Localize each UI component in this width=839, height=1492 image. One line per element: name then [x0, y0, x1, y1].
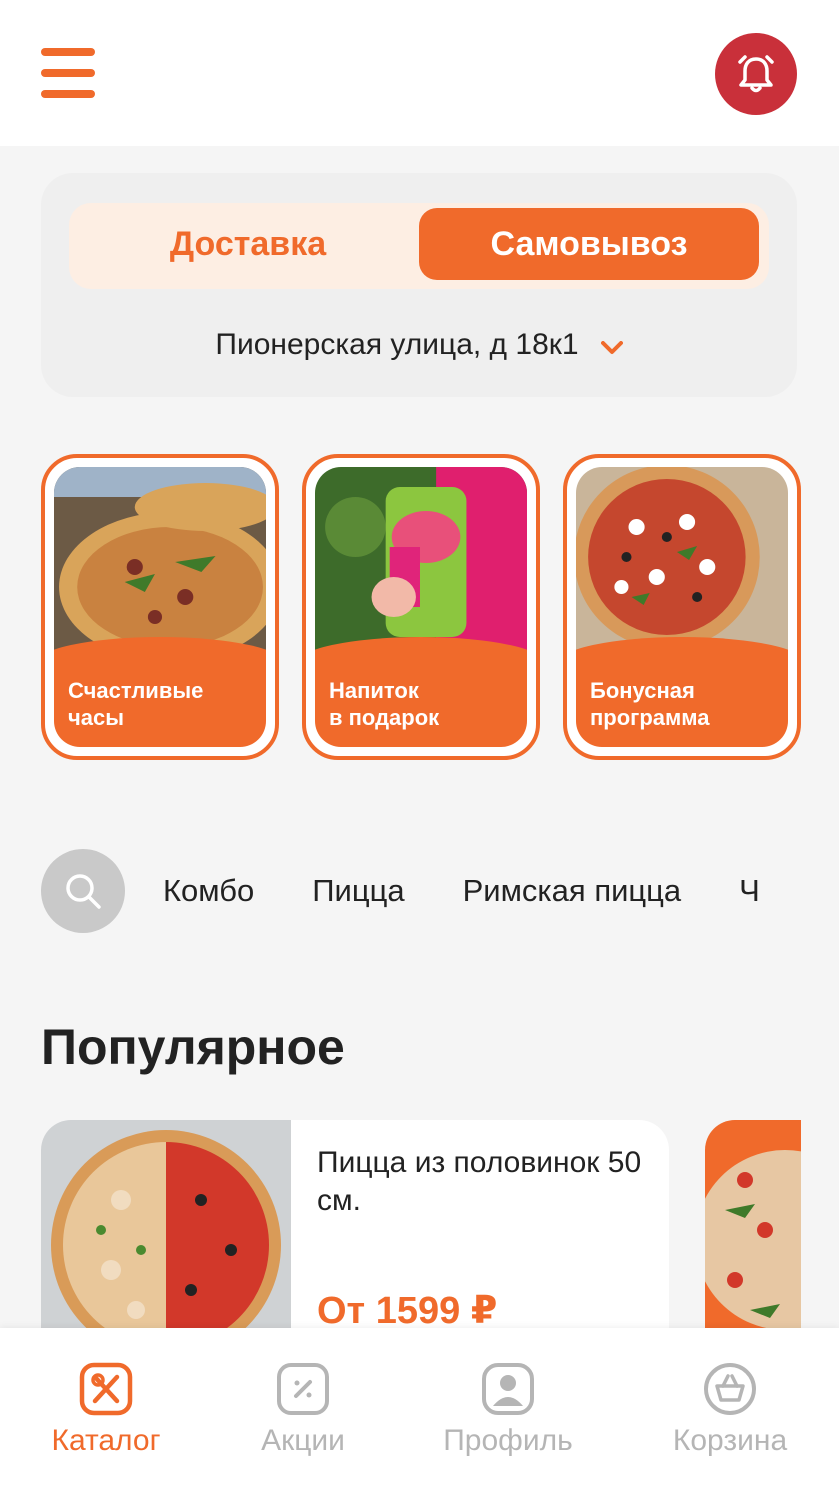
promo-card-bonus-program[interactable]: Бонусная программа: [563, 454, 801, 760]
address-selector[interactable]: Пионерская улица, д 18к1: [41, 328, 797, 362]
pizza-halves-image: [41, 1120, 291, 1360]
chevron-down-icon: [600, 341, 623, 354]
promo-card-happy-hours[interactable]: Счастливые часы: [41, 454, 279, 760]
search-button[interactable]: [41, 849, 125, 933]
tab-label: Корзина: [672, 1424, 788, 1457]
tab-label: Профиль: [443, 1424, 573, 1457]
address-text: Пионерская улица, д 18к1: [215, 328, 579, 361]
discount-icon: [277, 1363, 329, 1415]
pizza-image: [705, 1120, 801, 1360]
tab-catalog[interactable]: Каталог: [44, 1362, 168, 1458]
top-bar: [0, 0, 839, 146]
tab-label: Каталог: [51, 1424, 161, 1457]
bottom-tab-bar: Каталог Акции Профиль Корзина: [0, 1328, 839, 1492]
tab-promotions[interactable]: Акции: [250, 1362, 356, 1458]
pickup-tab[interactable]: Самовывоз: [419, 208, 759, 280]
catalog-icon: [79, 1362, 133, 1416]
promo-label: Напиток в подарок: [329, 678, 440, 730]
hamburger-menu-icon[interactable]: [41, 48, 95, 98]
promo-label: Счастливые часы: [68, 678, 204, 730]
tab-profile[interactable]: Профиль: [438, 1362, 578, 1458]
order-mode-card: Доставка Самовывоз Пионерская улица, д 1…: [41, 173, 797, 397]
notifications-button[interactable]: [715, 33, 797, 115]
section-title-popular: Популярное: [41, 1019, 345, 1075]
delivery-tab[interactable]: Доставка: [75, 208, 421, 280]
search-icon: [66, 874, 101, 909]
promo-carousel: Счастливые часы Напиток в подарок Бонусн…: [41, 454, 801, 760]
promo-label: Бонусная программа: [590, 678, 710, 730]
product-price: От 1599 ₽: [317, 1290, 498, 1332]
category-partial[interactable]: Ч: [739, 873, 760, 909]
promo-card-free-drink[interactable]: Напиток в подарок: [302, 454, 540, 760]
category-bar: Комбо Пицца Римская пицца Ч: [41, 848, 801, 934]
category-combo[interactable]: Комбо: [163, 873, 254, 909]
bell-icon: [738, 55, 774, 93]
basket-icon: [704, 1363, 756, 1415]
category-pizza[interactable]: Пицца: [312, 873, 404, 909]
order-mode-toggle: Доставка Самовывоз: [69, 203, 769, 289]
profile-icon: [482, 1363, 534, 1415]
tab-label: Акции: [261, 1424, 345, 1457]
tab-cart[interactable]: Корзина: [664, 1362, 796, 1458]
product-card[interactable]: Пицца из половинок 50 см. От 1599 ₽: [41, 1120, 669, 1360]
product-card-partial[interactable]: [705, 1120, 801, 1360]
category-roman-pizza[interactable]: Римская пицца: [463, 873, 682, 909]
product-name: Пицца из половинок 50 см.: [317, 1146, 642, 1217]
